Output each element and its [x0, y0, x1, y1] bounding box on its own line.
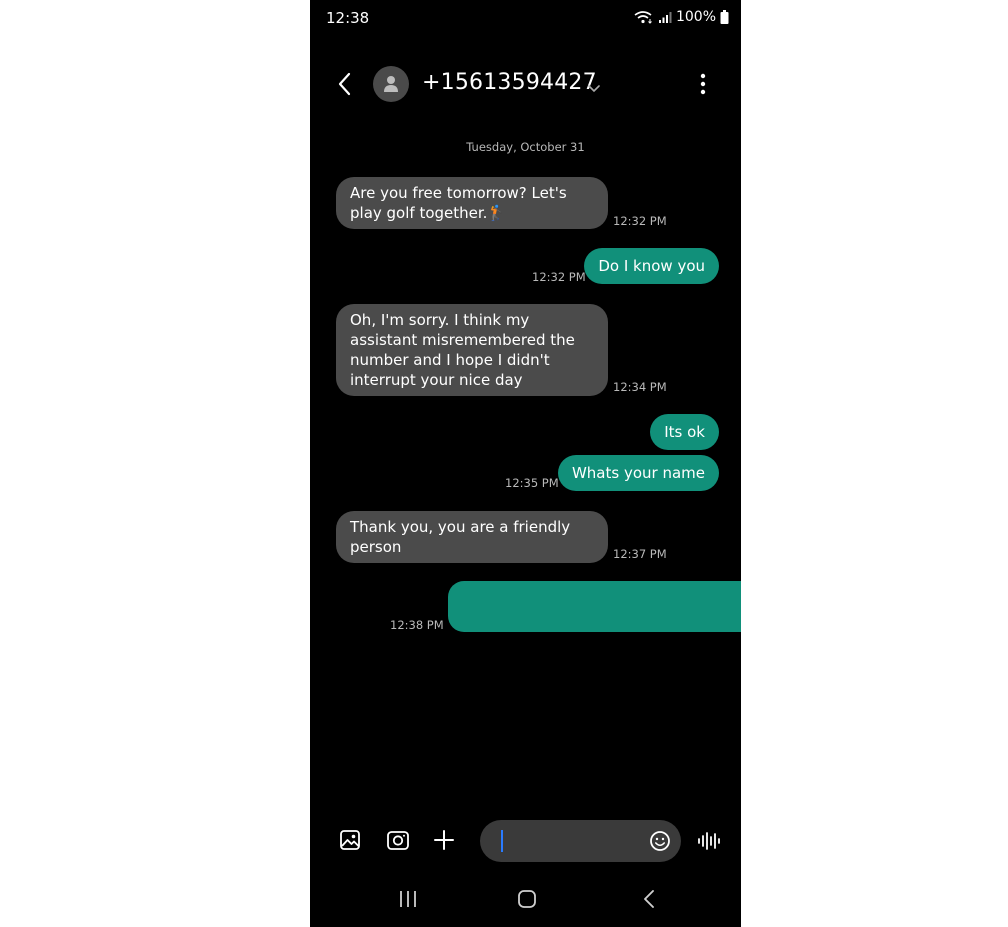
message-bubble-outgoing[interactable]: Whats your name: [557, 455, 719, 491]
battery-icon: [720, 10, 729, 24]
wifi-icon: [634, 10, 654, 24]
message-time: 12:38 PM: [390, 618, 444, 632]
gallery-icon[interactable]: [339, 829, 361, 855]
home-icon[interactable]: [517, 889, 537, 913]
status-icons: 100%: [634, 9, 729, 25]
emoji-icon[interactable]: [649, 830, 671, 856]
message-bubble-incoming[interactable]: Oh, I'm sorry. I think my assistant misr…: [336, 304, 608, 396]
avatar[interactable]: [373, 66, 409, 102]
message-time: 12:35 PM: [505, 476, 559, 490]
status-time: 12:38: [326, 9, 370, 27]
message-time: 12:37 PM: [613, 547, 667, 561]
conversation-header: +15613594427: [310, 60, 741, 108]
back-button[interactable]: [334, 70, 358, 98]
more-vertical-icon: [700, 73, 706, 95]
message-bubble-outgoing[interactable]: Its ok: [650, 414, 719, 450]
message-bubble-incoming[interactable]: Are you free tomorrow? Let's play golf t…: [336, 177, 608, 229]
voice-icon[interactable]: [697, 830, 721, 856]
plus-icon[interactable]: [433, 829, 455, 855]
contact-name[interactable]: +15613594427: [422, 70, 597, 95]
redacted-message-bubble[interactable]: [448, 581, 741, 632]
message-time: 12:32 PM: [613, 214, 667, 228]
more-options-button[interactable]: [698, 72, 708, 96]
recents-icon[interactable]: [398, 890, 418, 912]
back-nav-icon[interactable]: [642, 889, 656, 913]
person-icon: [384, 76, 398, 92]
chevron-down-icon[interactable]: [588, 78, 600, 97]
back-icon: [338, 72, 351, 96]
message-bubble-outgoing[interactable]: Do I know you: [584, 248, 719, 284]
composer-bar: [310, 818, 741, 864]
navigation-bar: [310, 884, 741, 918]
status-bar: 12:38 100%: [310, 0, 741, 36]
message-input[interactable]: [480, 820, 681, 862]
message-text: Whats your name: [571, 464, 705, 482]
message-time: 12:32 PM: [532, 270, 586, 284]
message-bubble-incoming[interactable]: Thank you, you are a friendly person: [336, 511, 608, 563]
message-time: 12:34 PM: [613, 380, 667, 394]
date-separator: Tuesday, October 31: [466, 140, 585, 154]
phone-screen: 12:38 100% +15613594427 Tuesday, October…: [310, 0, 741, 927]
message-text: Its ok: [664, 423, 705, 441]
message-text: Thank you, you are a friendly person: [350, 518, 571, 556]
camera-icon[interactable]: [386, 829, 410, 855]
battery-percent: 100%: [675, 9, 716, 25]
text-cursor: [501, 830, 503, 852]
message-text: Do I know you: [598, 257, 705, 275]
message-text: Are you free tomorrow? Let's play golf t…: [350, 184, 567, 222]
message-text: Oh, I'm sorry. I think my assistant misr…: [350, 311, 575, 389]
signal-icon: [658, 11, 672, 23]
